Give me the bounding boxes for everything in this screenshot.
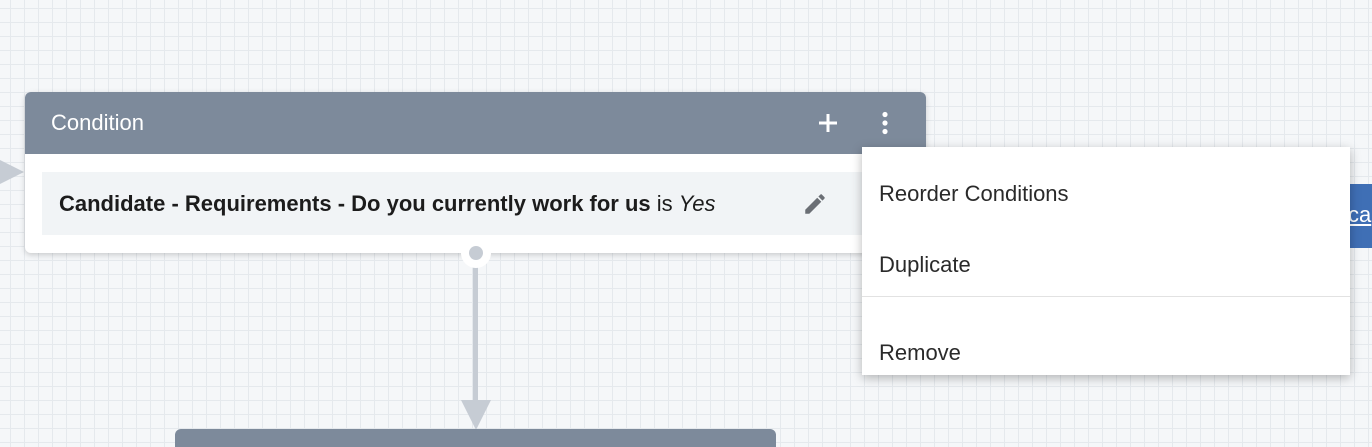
connector-arrow bbox=[461, 400, 491, 430]
connector-handle[interactable] bbox=[461, 238, 491, 268]
options-menu: Reorder Conditions Duplicate Remove bbox=[862, 147, 1350, 375]
incoming-arrow bbox=[0, 157, 24, 187]
workflow-canvas[interactable]: ca Condition Candidate - Requirements - … bbox=[0, 0, 1372, 447]
menu-item-reorder-conditions[interactable]: Reorder Conditions bbox=[862, 161, 1350, 217]
condition-row[interactable]: Candidate - Requirements - Do you curren… bbox=[42, 172, 926, 235]
more-vertical-icon bbox=[882, 111, 888, 135]
menu-item-remove[interactable]: Remove bbox=[862, 320, 1350, 376]
condition-value: Yes bbox=[678, 191, 716, 216]
condition-node-header: Condition bbox=[25, 92, 926, 154]
condition-node[interactable]: Condition Candidate - Requirements - Do … bbox=[25, 92, 926, 253]
menu-item-duplicate[interactable]: Duplicate bbox=[862, 232, 1350, 288]
condition-field: Candidate - Requirements - Do you curren… bbox=[59, 191, 651, 216]
connector-line bbox=[473, 262, 478, 414]
condition-operator: is bbox=[656, 191, 673, 216]
pencil-icon bbox=[805, 194, 825, 214]
next-node-header[interactable] bbox=[175, 429, 776, 447]
more-options-button[interactable] bbox=[869, 107, 901, 139]
condition-text: Candidate - Requirements - Do you curren… bbox=[59, 191, 716, 217]
node-title: Condition bbox=[51, 110, 144, 135]
plus-icon bbox=[819, 114, 837, 132]
edit-condition-button[interactable] bbox=[799, 188, 831, 220]
menu-item-label: Duplicate bbox=[879, 252, 971, 277]
side-node-link[interactable]: ca bbox=[1348, 202, 1371, 228]
menu-item-label: Remove bbox=[879, 340, 961, 365]
menu-item-label: Reorder Conditions bbox=[879, 181, 1069, 206]
menu-divider bbox=[862, 296, 1350, 297]
connector-handle-dot bbox=[469, 246, 483, 260]
add-condition-button[interactable] bbox=[812, 107, 844, 139]
